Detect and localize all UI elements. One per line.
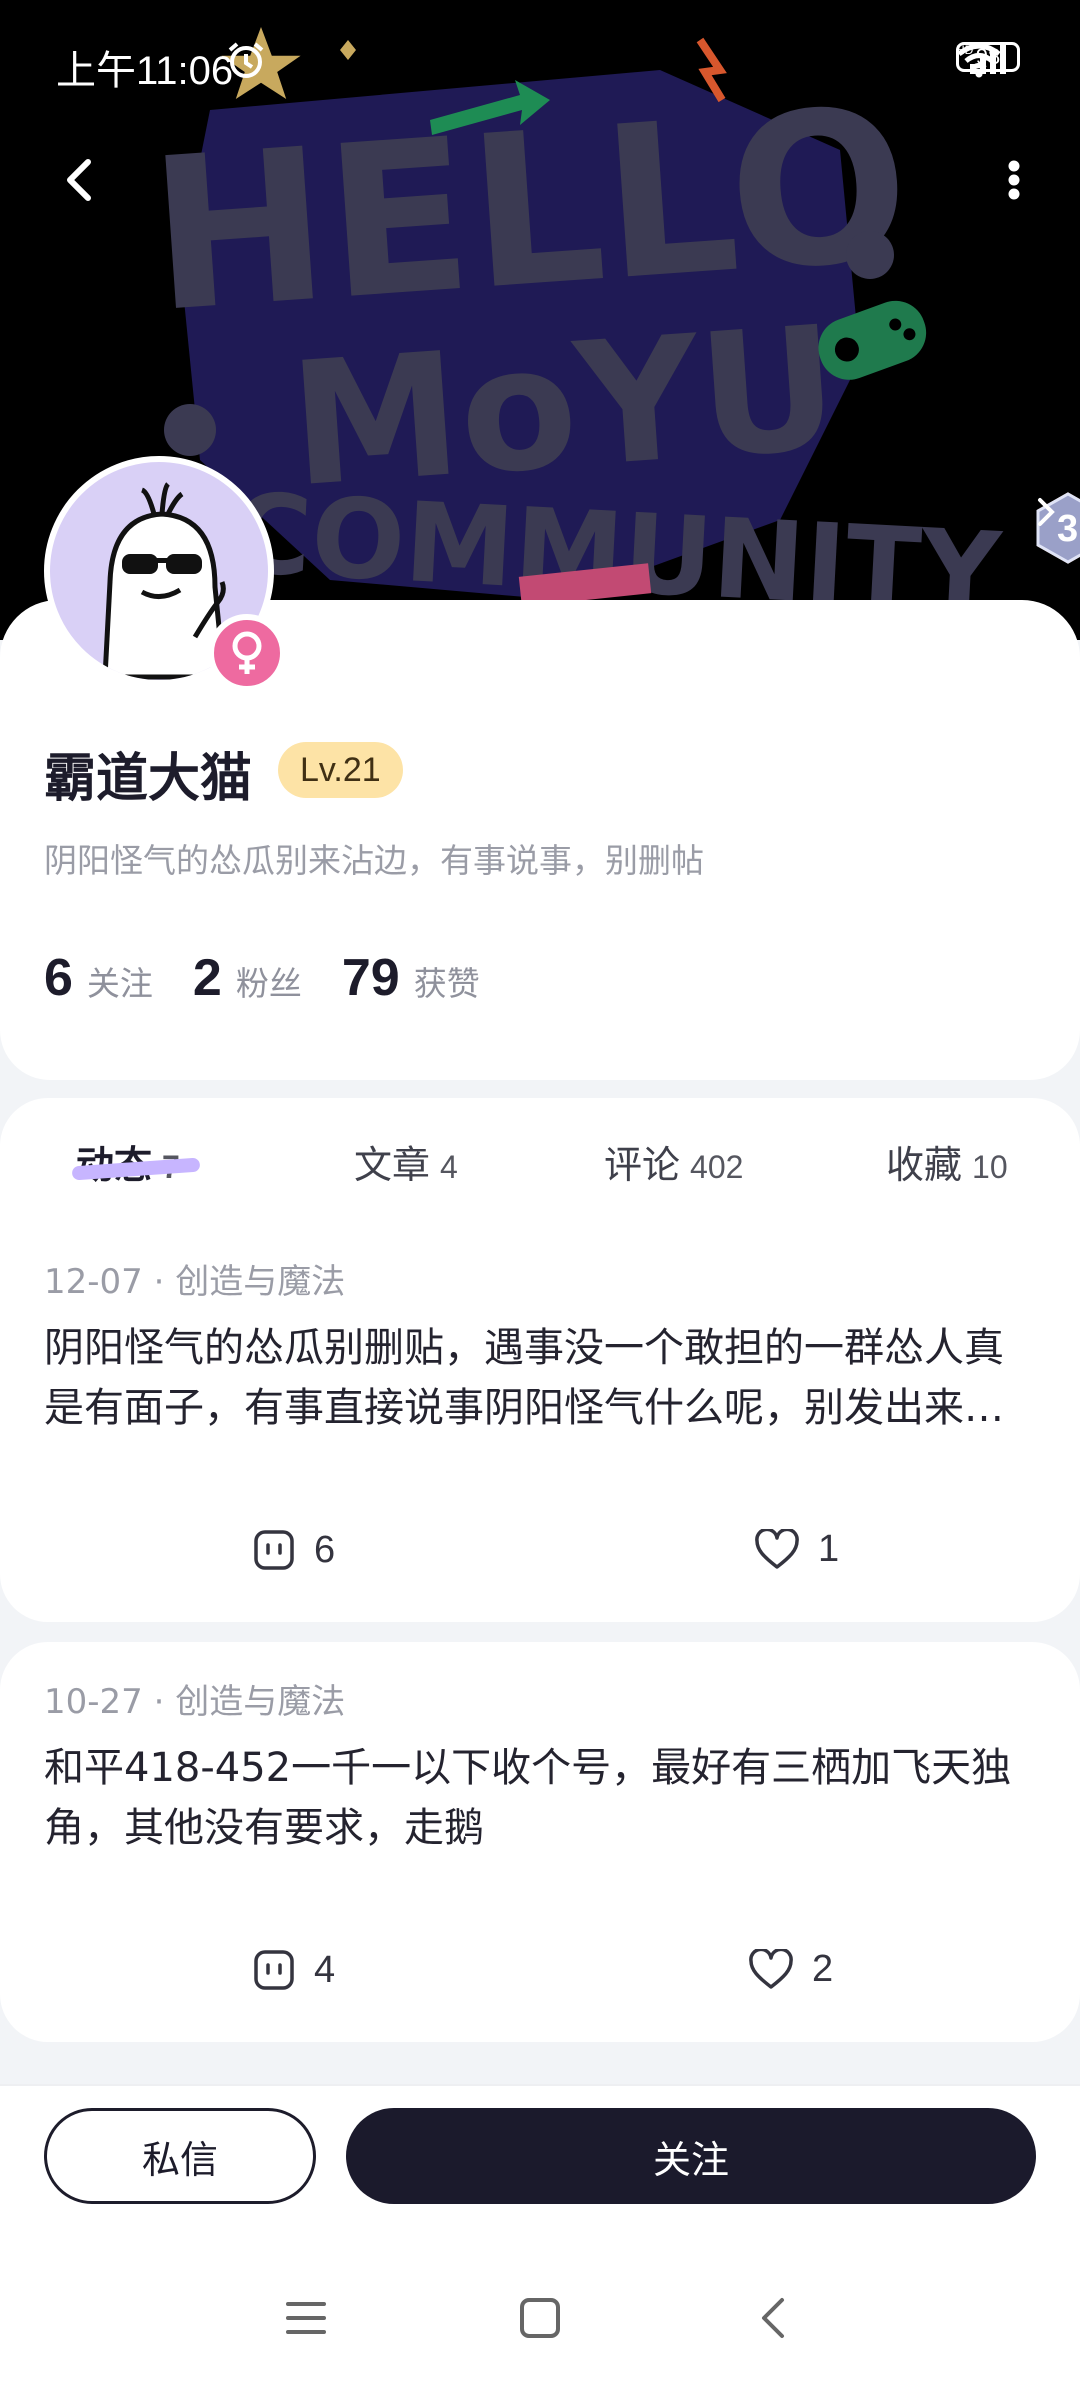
profile-bio: 阴阳怪气的怂瓜别来沾边，有事说事，别删帖 <box>44 841 704 880</box>
wifi-icon <box>957 43 1001 78</box>
chevron-right-icon <box>1038 498 1055 526</box>
post-text[interactable]: 和平418-452一千一以下收个号，最好有三栖加飞天独角，其他没有要求，走鹅 <box>44 1738 1034 1858</box>
status-icons: HD 98 <box>956 42 1020 78</box>
back-button[interactable] <box>56 150 104 210</box>
comment-button[interactable]: 6 <box>252 1528 335 1572</box>
post-meta: 10-27 · 创造与魔法 <box>44 1682 346 1722</box>
tab-articles[interactable]: 文章 4 <box>354 1134 458 1189</box>
tab-comments-label: 评论 <box>604 1143 681 1187</box>
following-label[interactable]: 关注 <box>87 957 153 1005</box>
profile-stats: 6 关注 2 粉丝 79 获赞 <box>44 948 520 1008</box>
post-meta: 12-07 · 创造与魔法 <box>44 1262 346 1302</box>
post-text[interactable]: 阴阳怪气的怂瓜别删贴，遇事没一个敢担的一群怂人真是有面子，有事直接说事阴阳怪气什… <box>44 1318 1034 1438</box>
status-time: 上午11:06 <box>56 49 234 93</box>
system-navigation-bar <box>0 2296 1080 2376</box>
like-count: 2 <box>812 1948 834 1990</box>
followers-label[interactable]: 粉丝 <box>236 957 302 1005</box>
like-button[interactable]: 2 <box>748 1948 833 1991</box>
likes-received-label: 获赞 <box>413 964 480 1003</box>
level-badge: Lv.21 <box>278 742 403 798</box>
tab-articles-label: 文章 <box>354 1143 431 1187</box>
comment-icon <box>254 1530 294 1570</box>
home-icon[interactable] <box>518 2296 562 2340</box>
like-button[interactable]: 1 <box>754 1528 839 1571</box>
tab-favorites-count: 10 <box>972 1149 1008 1185</box>
post-card[interactable]: 12-07 · 创造与魔法 阴阳怪气的怂瓜别删贴，遇事没一个敢担的一群怂人真是有… <box>0 1222 1080 1622</box>
svg-text:3: 3 <box>1057 508 1078 550</box>
comment-icon <box>254 1950 294 1990</box>
like-count: 1 <box>818 1528 840 1570</box>
tab-comments[interactable]: 评论 402 <box>604 1134 743 1189</box>
heart-icon <box>755 1528 799 1569</box>
tab-comments-count: 402 <box>690 1149 744 1185</box>
comment-count: 4 <box>314 1948 336 1991</box>
tab-articles-count: 4 <box>440 1149 458 1185</box>
status-bar: 上午11:06 HD 98 <box>0 0 1080 120</box>
tab-favorites[interactable]: 收藏 10 <box>886 1134 1008 1189</box>
comment-count: 6 <box>314 1528 336 1571</box>
more-options-button[interactable] <box>990 150 1038 210</box>
female-icon <box>208 614 286 692</box>
chevron-left-icon <box>67 159 91 201</box>
follow-button[interactable]: 关注 <box>346 2108 1036 2204</box>
heart-icon <box>749 1948 793 1989</box>
profile-name: 霸道大猫 <box>44 749 253 809</box>
message-button[interactable]: 私信 <box>44 2108 316 2204</box>
followers-count[interactable]: 2 <box>193 948 222 1008</box>
likes-received-count: 79 <box>341 949 400 1007</box>
comment-button[interactable]: 4 <box>252 1948 335 1992</box>
menu-icon[interactable] <box>284 2296 328 2340</box>
back-nav-icon[interactable] <box>752 2296 796 2340</box>
tab-favorites-label: 收藏 <box>886 1143 963 1187</box>
post-card[interactable]: 10-27 · 创造与魔法 和平418-452一千一以下收个号，最好有三栖加飞天… <box>0 1642 1080 2042</box>
following-count[interactable]: 6 <box>44 948 73 1008</box>
vertical-dots-icon <box>1008 160 1020 200</box>
